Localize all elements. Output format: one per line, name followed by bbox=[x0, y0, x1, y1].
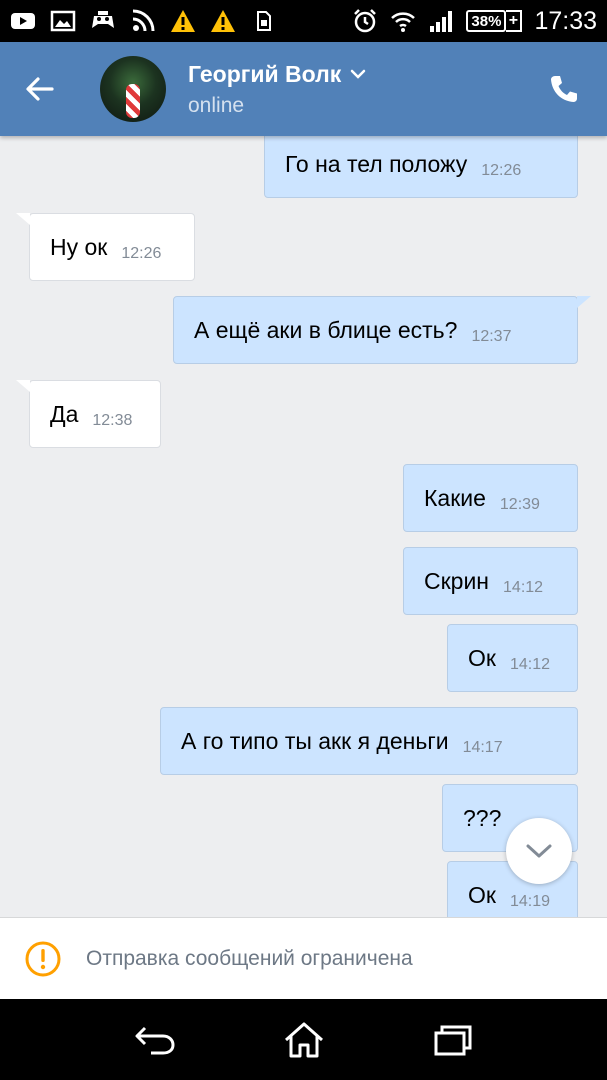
game-icon bbox=[90, 8, 116, 34]
message-outgoing[interactable]: А го типо ты акк я деньги 14:17 bbox=[160, 707, 578, 775]
message-text: Какие bbox=[424, 484, 486, 511]
message-time: 12:26 bbox=[481, 162, 522, 179]
alarm-icon bbox=[352, 8, 378, 34]
message-incoming[interactable]: Ну ок 12:26 bbox=[29, 213, 195, 281]
battery-icon: 38% + bbox=[466, 10, 523, 32]
warning-icon bbox=[170, 8, 196, 34]
message-list[interactable]: Го на тел положу 12:26 Ну ок 12:26 А ещё… bbox=[0, 136, 607, 917]
avatar[interactable] bbox=[100, 56, 166, 122]
battery-charging-icon: + bbox=[506, 10, 523, 32]
message-text: Ну ок bbox=[50, 233, 108, 260]
recents-icon bbox=[434, 1025, 471, 1055]
system-nav-bar bbox=[0, 999, 607, 1080]
arrow-left-icon bbox=[26, 77, 54, 101]
message-time: 12:38 bbox=[92, 412, 133, 429]
message-text: А ещё аки в блице есть? bbox=[194, 316, 458, 343]
restricted-text: Отправка сообщений ограничена bbox=[86, 946, 413, 970]
youtube-icon bbox=[10, 8, 36, 34]
message-text: Скрин bbox=[424, 567, 490, 594]
message-text: А го типо ты акк я деньги bbox=[181, 727, 449, 754]
bubble-tail bbox=[577, 296, 591, 308]
signal-icon bbox=[428, 8, 454, 34]
nav-back-button[interactable] bbox=[125, 1010, 185, 1070]
chevron-down-icon bbox=[526, 844, 552, 858]
nav-recents-button[interactable] bbox=[423, 1010, 483, 1070]
message-text: ??? bbox=[463, 804, 502, 831]
bubble-tail bbox=[16, 213, 30, 225]
message-time: 14:19 bbox=[509, 893, 550, 910]
bubble-tail bbox=[16, 380, 30, 392]
message-time: 14:12 bbox=[509, 656, 550, 673]
message-text: Ок bbox=[468, 881, 496, 908]
battery-level: 38% bbox=[466, 10, 507, 32]
contact-status: online bbox=[188, 93, 245, 117]
message-text: Го на тел положу bbox=[285, 150, 468, 177]
rss-icon bbox=[130, 8, 156, 34]
message-text: Да bbox=[50, 400, 79, 427]
message-text: Ок bbox=[468, 644, 496, 671]
nav-home-button[interactable] bbox=[274, 1010, 334, 1070]
message-outgoing[interactable]: Ок 14:12 bbox=[447, 624, 578, 692]
contact-name: Георгий Волк bbox=[188, 60, 342, 87]
message-time: 14:17 bbox=[462, 739, 503, 756]
message-outgoing[interactable]: Какие 12:39 bbox=[403, 464, 578, 532]
back-icon bbox=[135, 1026, 175, 1054]
clock: 17:33 bbox=[534, 6, 597, 35]
message-time: 12:37 bbox=[471, 328, 512, 345]
sim-icon bbox=[250, 8, 276, 34]
gallery-icon bbox=[50, 8, 76, 34]
back-button[interactable] bbox=[0, 42, 80, 136]
message-time: 12:26 bbox=[121, 245, 162, 262]
message-incoming[interactable]: Да 12:38 bbox=[29, 380, 161, 448]
message-time: 14:12 bbox=[503, 579, 544, 596]
chat-header: Георгий Волк online bbox=[0, 42, 607, 136]
message-time: 12:39 bbox=[499, 496, 540, 513]
chevron-down-icon bbox=[350, 69, 366, 79]
warning-circle-icon bbox=[25, 941, 61, 976]
messaging-restricted-banner: Отправка сообщений ограничена bbox=[0, 917, 607, 999]
message-outgoing[interactable]: Скрин 14:12 bbox=[403, 547, 578, 615]
warning-icon bbox=[210, 8, 236, 34]
message-outgoing[interactable]: Го на тел положу 12:26 bbox=[264, 136, 578, 198]
phone-icon bbox=[551, 76, 577, 102]
status-bar: 38% + 17:33 bbox=[0, 0, 607, 42]
message-outgoing[interactable]: А ещё аки в блице есть? 12:37 bbox=[173, 296, 578, 364]
scroll-to-bottom-button[interactable] bbox=[506, 818, 572, 884]
home-icon bbox=[284, 1022, 323, 1057]
contact-info[interactable]: Георгий Волк online bbox=[188, 61, 367, 118]
wifi-icon bbox=[390, 8, 416, 34]
call-button[interactable] bbox=[541, 66, 587, 112]
